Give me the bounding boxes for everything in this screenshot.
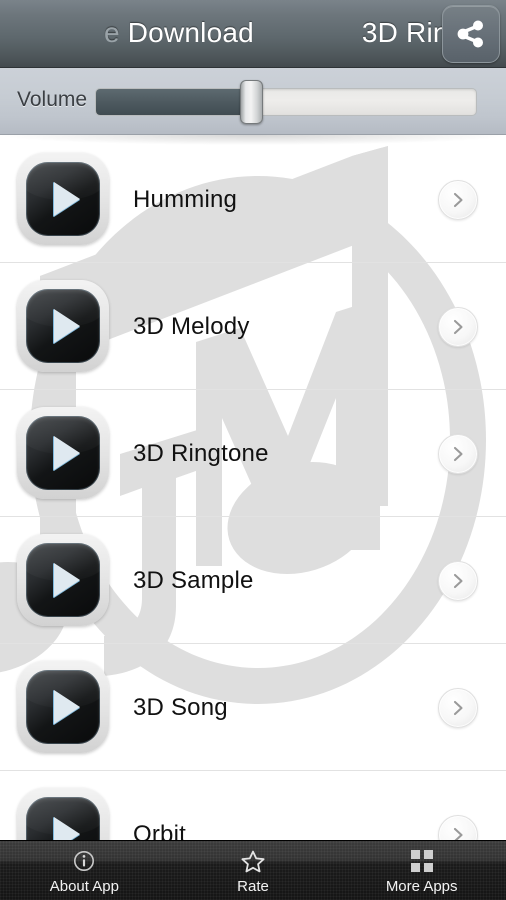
title-marquee-prefix: e	[104, 17, 120, 48]
play-icon	[26, 416, 100, 490]
title-bar: e Download 3D Ring	[0, 0, 506, 68]
title-marquee: e Download 3D Ring	[0, 0, 506, 67]
chevron-right-icon[interactable]	[438, 688, 478, 728]
nav-item-more-apps[interactable]: More Apps	[337, 841, 506, 900]
chevron-right-icon[interactable]	[438, 180, 478, 220]
play-button[interactable]	[17, 788, 109, 840]
volume-slider-fill	[96, 89, 252, 115]
nav-label-about-app: About App	[49, 878, 119, 895]
nav-label-rate: Rate	[237, 878, 269, 895]
list-item[interactable]: Orbit	[0, 771, 506, 840]
list-item-title: 3D Ringtone	[133, 440, 269, 467]
play-icon	[26, 670, 100, 744]
play-button[interactable]	[17, 407, 109, 499]
play-icon	[26, 289, 100, 363]
list-item-title: Humming	[133, 186, 238, 213]
share-icon	[457, 20, 483, 48]
grid-icon	[410, 849, 433, 873]
volume-slider-thumb[interactable]	[240, 80, 264, 124]
volume-slider-track[interactable]	[95, 88, 477, 116]
chevron-right-icon[interactable]	[438, 434, 478, 474]
chevron-right-icon[interactable]	[438, 561, 478, 601]
list-item[interactable]: 3D Song	[0, 644, 506, 771]
chevron-right-icon[interactable]	[438, 815, 478, 840]
list-item-title: 3D Sample	[133, 567, 254, 594]
list-item[interactable]: Humming	[0, 136, 506, 263]
list-item[interactable]: 3D Melody	[0, 263, 506, 390]
volume-label: Volume	[17, 88, 88, 111]
info-icon	[73, 849, 95, 873]
play-icon	[26, 797, 100, 840]
nav-label-more-apps: More Apps	[385, 878, 458, 895]
list-item-title: Orbit	[133, 821, 187, 840]
play-icon	[26, 162, 100, 236]
title-marquee-text: e Download 3D Ring	[104, 17, 464, 49]
list-item-title: 3D Melody	[133, 313, 250, 340]
share-button[interactable]	[442, 5, 500, 63]
list-item-title: 3D Song	[133, 694, 228, 721]
ringtone-list[interactable]: Humming 3D Melody 3D Ringtone 3D Sample 3D S…	[0, 136, 506, 840]
play-icon	[26, 543, 100, 617]
nav-item-rate[interactable]: Rate	[169, 841, 338, 900]
chevron-right-icon[interactable]	[438, 307, 478, 347]
play-button[interactable]	[17, 153, 109, 245]
list-item[interactable]: 3D Ringtone	[0, 390, 506, 517]
star-icon	[241, 849, 265, 873]
play-button[interactable]	[17, 661, 109, 753]
list-item[interactable]: 3D Sample	[0, 517, 506, 644]
bottom-navigation-bar: About App Rate More Apps	[0, 840, 506, 900]
play-button[interactable]	[17, 534, 109, 626]
app-screen: e Download 3D Ring Volume Humming 3D Mel…	[0, 0, 506, 900]
play-button[interactable]	[17, 280, 109, 372]
nav-item-about-app[interactable]: About App	[0, 841, 169, 900]
title-marquee-main: Download	[127, 17, 254, 48]
